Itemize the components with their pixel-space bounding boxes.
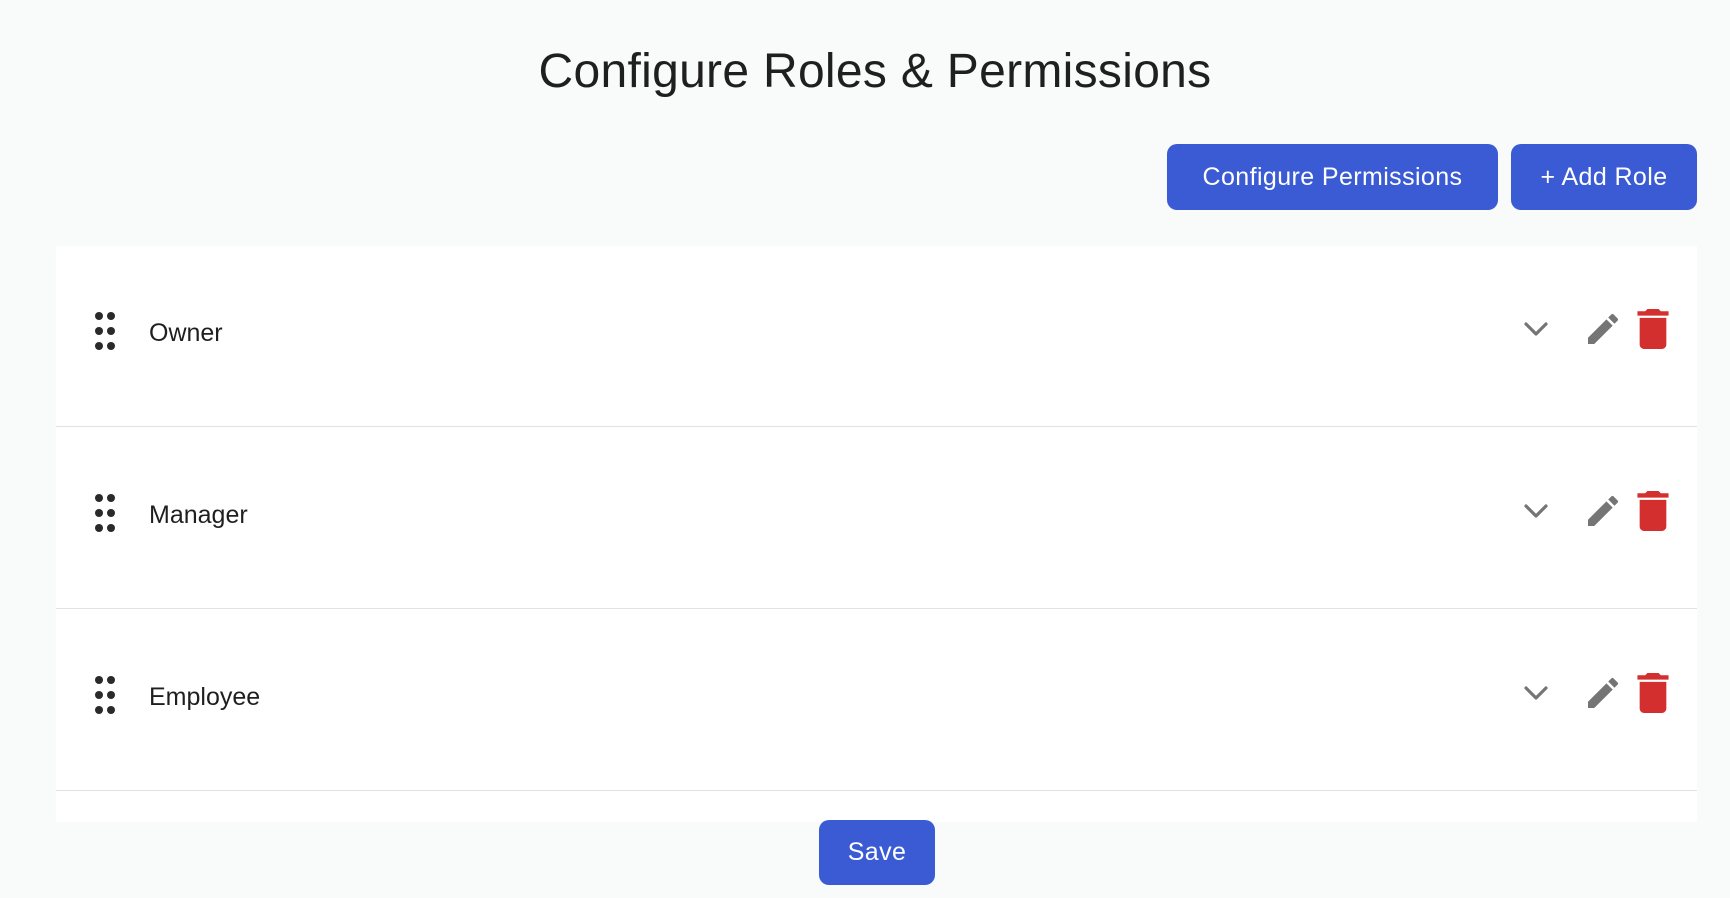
drag-handle-icon[interactable] [92, 307, 118, 355]
chevron-down-icon[interactable] [1516, 309, 1556, 349]
pencil-icon[interactable] [1583, 673, 1623, 713]
role-name: Manager [149, 501, 248, 529]
roles-permissions-page: Configure Roles & Permissions Configure … [0, 0, 1730, 898]
role-row-employee[interactable]: Employee [56, 610, 1697, 791]
role-row-owner[interactable]: Owner [56, 246, 1697, 427]
drag-handle-icon[interactable] [92, 671, 118, 719]
chevron-down-icon[interactable] [1516, 673, 1556, 713]
row-actions [1516, 304, 1671, 354]
trash-icon[interactable] [1635, 673, 1671, 713]
add-role-button[interactable]: + Add Role [1511, 144, 1697, 210]
page-title: Configure Roles & Permissions [538, 45, 1212, 98]
drag-handle-icon[interactable] [92, 489, 118, 537]
role-name: Employee [149, 683, 261, 711]
pencil-icon[interactable] [1583, 491, 1623, 531]
toolbar: Configure Permissions + Add Role [1167, 144, 1697, 210]
role-name: Owner [149, 319, 223, 347]
role-list: Owner Manager Employee [56, 246, 1697, 822]
save-button[interactable]: Save [819, 820, 935, 885]
trash-icon[interactable] [1635, 491, 1671, 531]
trash-icon[interactable] [1635, 309, 1671, 349]
row-actions [1516, 486, 1671, 536]
chevron-down-icon[interactable] [1516, 491, 1556, 531]
pencil-icon[interactable] [1583, 309, 1623, 349]
role-row-manager[interactable]: Manager [56, 428, 1697, 609]
configure-permissions-button[interactable]: Configure Permissions [1167, 144, 1498, 210]
row-actions [1516, 668, 1671, 718]
